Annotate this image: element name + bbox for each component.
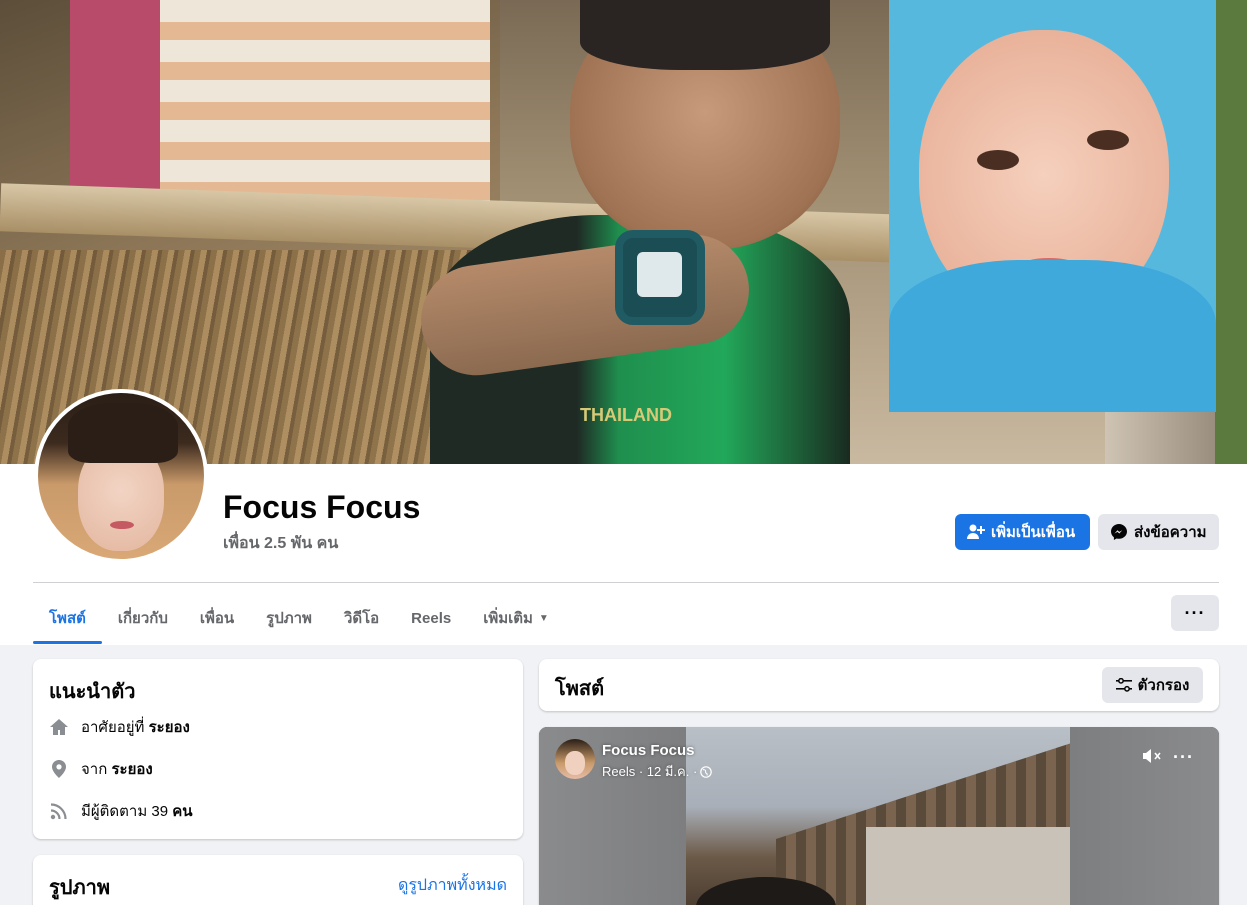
cover-detail [70,0,165,210]
followers-prefix: มีผู้ติดตาม [81,803,148,820]
message-label: ส่งข้อความ [1134,524,1207,541]
tab-label: วิดีโอ [343,610,380,627]
person-plus-icon [967,524,985,539]
lives-city[interactable]: ระยอง [149,719,190,736]
more-options-button[interactable]: ··· [1171,595,1219,631]
post-author-name[interactable]: Focus Focus [602,742,695,759]
post-meta: Reels · 12 มี.ค. · [602,761,713,782]
message-button[interactable]: ส่งข้อความ [1098,514,1219,550]
caret-down-icon: ▼ [538,612,549,624]
post-more-options-button[interactable]: ··· [1173,747,1194,768]
tab-label: เพื่อน [199,610,235,627]
cover-detail [580,0,830,70]
post-author-avatar[interactable] [555,739,595,779]
tab-posts[interactable]: โพสต์ [33,593,102,644]
intro-card: แนะนำตัว อาศัยอยู่ที่ ระยอง จาก ระยอง มี… [33,659,523,839]
intro-title: แนะนำตัว [49,681,136,703]
filter-label: ตัวกรอง [1137,677,1190,694]
cover-detail [615,230,705,325]
posts-title: โพสต์ [555,678,605,700]
cover-shirt-text: THAILAND [580,405,672,425]
home-icon [49,717,69,737]
reel-post[interactable]: Focus Focus Reels · 12 มี.ค. · ··· [539,727,1219,905]
tab-label: เพิ่มเติม [483,610,533,627]
video-detail [866,827,1070,905]
cover-detail [977,150,1019,170]
intro-from-text: จาก ระยอง [81,757,153,781]
globe-icon [700,765,713,778]
speaker-muted-icon[interactable] [1141,747,1163,770]
cover-detail [889,260,1216,412]
friends-count[interactable]: เพื่อน 2.5 พัน คน [223,531,338,556]
avatar-image [38,393,204,559]
lives-prefix: อาศัยอยู่ที่ [81,719,145,736]
photos-title: รูปภาพ [49,877,111,899]
avatar-detail [110,521,134,529]
profile-name: Focus Focus [223,489,421,525]
posts-header-card: โพสต์ ตัวกรอง [539,659,1219,711]
cover-baby [889,0,1216,412]
tab-photos[interactable]: รูปภาพ [250,593,328,643]
photos-card: รูปภาพ ดูรูปภาพทั้งหมด [33,855,523,905]
tab-label: รูปภาพ [266,610,312,627]
from-city[interactable]: ระยอง [111,761,152,778]
intro-from: จาก ระยอง [49,757,153,781]
rss-icon [49,801,69,821]
tab-label: Reels [411,609,452,627]
cover-detail [1087,130,1129,150]
intro-lives-text: อาศัยอยู่ที่ ระยอง [81,715,190,739]
followers-suffix: คน [172,803,193,820]
tab-friends[interactable]: เพื่อน [184,593,250,643]
tab-label: โพสต์ [49,610,86,627]
profile-avatar[interactable] [34,389,208,563]
add-friend-label: เพิ่มเป็นเพื่อน [991,524,1076,541]
location-pin-icon [49,759,69,779]
add-friend-button[interactable]: เพิ่มเป็นเพื่อน [955,514,1090,550]
tab-label: เกี่ยวกับ [117,610,168,627]
from-prefix: จาก [81,761,108,778]
intro-followers-text: มีผู้ติดตาม 39 คน [81,799,193,823]
tab-videos[interactable]: วิดีโอ [328,593,395,643]
tab-about[interactable]: เกี่ยวกับ [102,593,184,643]
see-all-photos-link[interactable]: ดูรูปภาพทั้งหมด [398,873,507,898]
sliders-icon [1115,678,1132,692]
tab-more[interactable]: เพิ่มเติม ▼ [467,593,565,643]
header-divider [33,582,1219,583]
reel-video[interactable] [686,727,1070,905]
cover-photo[interactable]: THAILAND [0,0,1247,464]
intro-followers: มีผู้ติดตาม 39 คน [49,799,193,823]
cover-detail [1215,0,1247,464]
filter-button[interactable]: ตัวกรอง [1102,667,1203,703]
avatar-detail [68,403,178,463]
cover-boy: THAILAND [400,0,880,464]
post-meta-text: Reels · 12 มี.ค. · [602,764,698,779]
messenger-icon [1111,524,1127,540]
profile-tabs: โพสต์ เกี่ยวกับ เพื่อน รูปภาพ วิดีโอ Ree… [33,593,565,644]
tab-reels[interactable]: Reels [395,593,467,643]
intro-lives-in: อาศัยอยู่ที่ ระยอง [49,715,190,739]
followers-count: 39 [151,803,169,820]
profile-header: THAILAND Focus Focus เพื่อน 2.5 พัน คน เ… [0,0,1247,645]
